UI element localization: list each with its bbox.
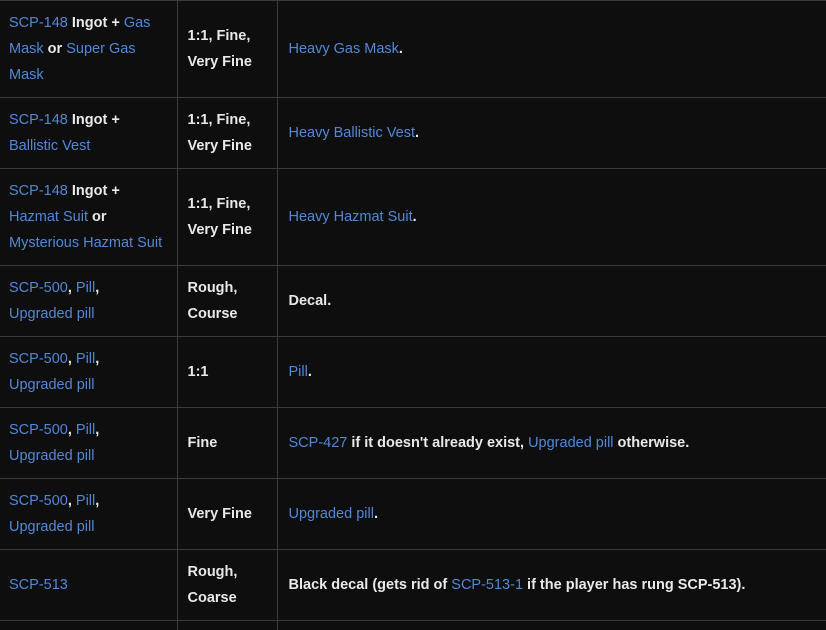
cell-ingredients: SCP-513 (0, 550, 177, 621)
wiki-link[interactable]: Pill (76, 422, 95, 438)
cell-quality: 1:1, Fine, Very Fine (177, 169, 277, 266)
wiki-link[interactable]: SCP-513-1 (451, 577, 523, 593)
wiki-link[interactable]: SCP-148 (9, 183, 68, 199)
cell-quality: Rough, Coarse (177, 550, 277, 621)
cell-quality: 1:1, Fine, Very Fine (177, 98, 277, 169)
wiki-link[interactable]: Upgraded pill (289, 506, 374, 522)
plain-text: otherwise. (614, 435, 690, 451)
plain-text: Ingot + (68, 112, 120, 128)
wiki-link[interactable]: Heavy Gas Mask (289, 41, 399, 57)
wiki-link[interactable]: SCP-500 (9, 351, 68, 367)
wiki-link[interactable]: Pill (76, 351, 95, 367)
plain-text: , (68, 351, 76, 367)
wiki-link[interactable]: Pill (76, 493, 95, 509)
wiki-link[interactable]: SCP-500 (9, 422, 68, 438)
wiki-link[interactable]: Pill (289, 364, 308, 380)
wiki-link[interactable]: Upgraded pill (9, 448, 94, 464)
table-row: SCP-500, Pill, Upgraded pillVery FineUpg… (0, 479, 826, 550)
wiki-link[interactable]: Hazmat Suit (9, 209, 88, 225)
plain-text: Black decal (gets rid of (289, 577, 452, 593)
wiki-link[interactable]: Heavy Hazmat Suit (289, 209, 413, 225)
wiki-link[interactable]: Ballistic Vest (9, 138, 90, 154)
wiki-link[interactable]: Pill (76, 280, 95, 296)
wiki-link[interactable]: Mysterious Hazmat Suit (9, 235, 162, 251)
cell-ingredients: SCP-500, Pill, Upgraded pill (0, 408, 177, 479)
cell-ingredients: SCP-500, Pill, Upgraded pill (0, 479, 177, 550)
cell-ingredients: SCP-148 Ingot + Hazmat Suit or Mysteriou… (0, 169, 177, 266)
cell-result: Upgraded pill. (277, 479, 826, 550)
table-row: SCP-500, Pill, Upgraded pillFineSCP-427 … (0, 408, 826, 479)
wiki-link[interactable]: Heavy Ballistic Vest (289, 125, 416, 141)
wiki-link[interactable]: SCP-500 (9, 493, 68, 509)
plain-text: , (68, 280, 76, 296)
plain-text: if it doesn't already exist, (347, 435, 528, 451)
cell-quality: 1:1, Fine, Very Fine (177, 1, 277, 98)
table-row: SCP-500, Pill, Upgraded pill1:1Pill. (0, 337, 826, 408)
wiki-link[interactable]: SCP-500 (9, 280, 68, 296)
wiki-link[interactable]: Upgraded pill (9, 377, 94, 393)
wiki-link[interactable]: Upgraded pill (9, 519, 94, 535)
plain-text: , (95, 280, 99, 296)
cell-result: Decal. (277, 266, 826, 337)
wiki-link[interactable]: Upgraded pill (528, 435, 613, 451)
cell-quality: Fine (177, 408, 277, 479)
cell-quality: 1:1 (177, 337, 277, 408)
recipes-table-body: SCP-148 Ingot + Gas Mask or Super Gas Ma… (0, 1, 826, 630)
plain-text: if the player has rung SCP-513). (523, 577, 745, 593)
cell-result: Black decal (gets rid of SCP-513-1 if th… (277, 550, 826, 621)
plain-text: . (399, 41, 403, 57)
cell-result: Pill. (277, 337, 826, 408)
crafting-recipes-table: SCP-148 Ingot + Gas Mask or Super Gas Ma… (0, 0, 826, 630)
cell-quality: Very Fine (177, 479, 277, 550)
plain-text: , (68, 493, 76, 509)
cell-ingredients: SCP-148 Ingot + Gas Mask or Super Gas Ma… (0, 1, 177, 98)
wiki-link[interactable]: SCP-148 (9, 15, 68, 31)
cell-ingredients-partial (0, 621, 177, 630)
plain-text: , (95, 351, 99, 367)
cell-quality: Rough, Course (177, 266, 277, 337)
table-row: SCP-148 Ingot + Gas Mask or Super Gas Ma… (0, 1, 826, 98)
cell-result-partial (277, 621, 826, 630)
cell-result: Heavy Gas Mask. (277, 1, 826, 98)
table-row: SCP-148 Ingot + Hazmat Suit or Mysteriou… (0, 169, 826, 266)
plain-text: . (413, 209, 417, 225)
wiki-link[interactable]: SCP-427 (289, 435, 348, 451)
table-row: SCP-500, Pill, Upgraded pillRough, Cours… (0, 266, 826, 337)
plain-text: , (95, 493, 99, 509)
plain-text: Ingot + (68, 183, 120, 199)
plain-text: or (88, 209, 107, 225)
plain-text: . (415, 125, 419, 141)
wiki-link[interactable]: SCP-148 (9, 112, 68, 128)
plain-text: , (95, 422, 99, 438)
plain-text: Decal. (289, 293, 332, 309)
wiki-link[interactable]: SCP-513 (9, 577, 68, 593)
cell-result: SCP-427 if it doesn't already exist, Upg… (277, 408, 826, 479)
cell-result: Heavy Ballistic Vest. (277, 98, 826, 169)
table-row: SCP-148 Ingot + Ballistic Vest1:1, Fine,… (0, 98, 826, 169)
plain-text: Ingot + (68, 15, 124, 31)
wiki-link[interactable]: Upgraded pill (9, 306, 94, 322)
table-row-partial (0, 621, 826, 630)
cell-ingredients: SCP-500, Pill, Upgraded pill (0, 337, 177, 408)
plain-text: , (68, 422, 76, 438)
table-row: SCP-513Rough, CoarseBlack decal (gets ri… (0, 550, 826, 621)
plain-text: . (308, 364, 312, 380)
plain-text: or (44, 41, 67, 57)
plain-text: . (374, 506, 378, 522)
cell-ingredients: SCP-500, Pill, Upgraded pill (0, 266, 177, 337)
cell-result: Heavy Hazmat Suit. (277, 169, 826, 266)
cell-ingredients: SCP-148 Ingot + Ballistic Vest (0, 98, 177, 169)
cell-quality-partial (177, 621, 277, 630)
